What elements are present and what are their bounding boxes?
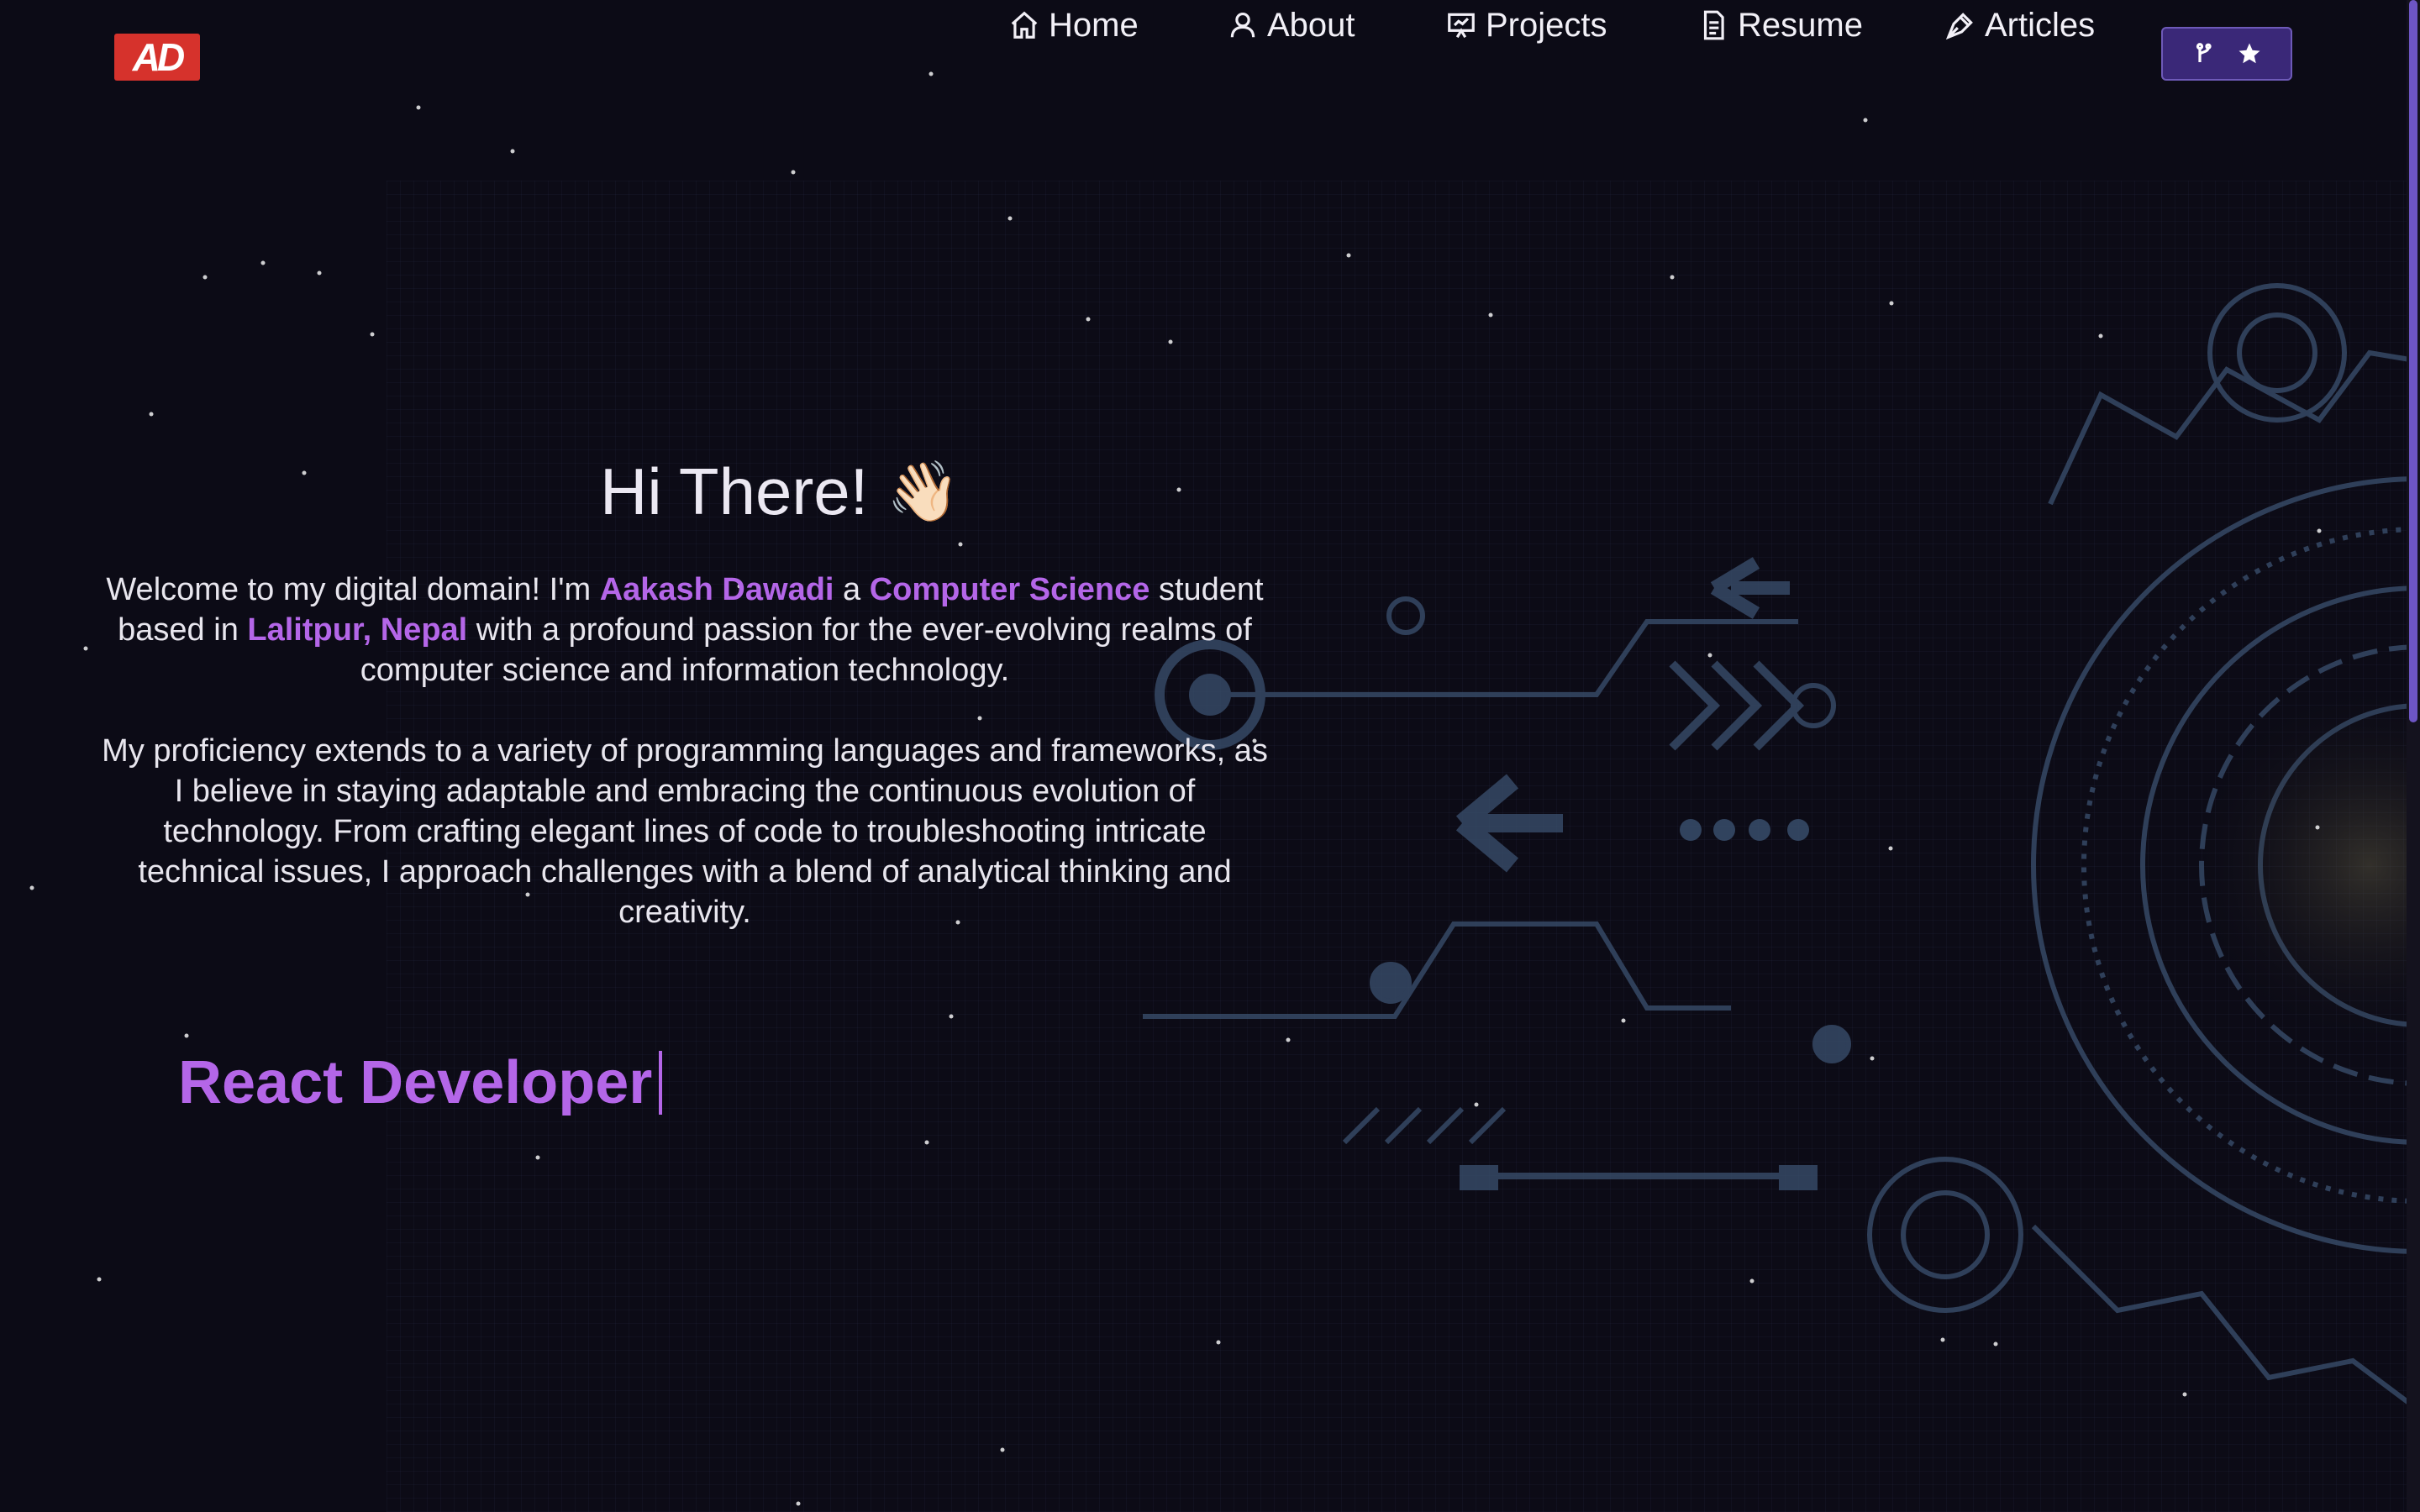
intro-paragraph-2: My proficiency extends to a variety of p…	[102, 733, 1268, 930]
nav-resume-label: Resume	[1738, 6, 1863, 44]
nav-home-label: Home	[1049, 6, 1139, 44]
git-fork-icon	[2196, 43, 2212, 62]
home-icon	[1011, 11, 1038, 39]
page-scrollbar[interactable]	[2407, 0, 2420, 1512]
navbar: AD Home About Projects Resume Articles	[0, 0, 2420, 109]
waving-hand-icon: 👋🏻	[886, 458, 960, 524]
scrollbar-thumb[interactable]	[2409, 0, 2417, 722]
intro-text: Welcome to my digital domain! I'm Aakash…	[101, 570, 1269, 932]
hero-greeting: Hi There! 👋🏻	[600, 454, 960, 530]
greeting-text: Hi There!	[600, 454, 869, 528]
highlight-location: Lalitpur, Nepal	[247, 612, 468, 648]
nav-articles-label: Articles	[1985, 6, 2096, 44]
nav-home[interactable]: Home	[1008, 0, 1139, 50]
nav-projects-label: Projects	[1486, 6, 1607, 44]
document-icon	[1703, 10, 1724, 40]
highlight-name: Aakash Dawadi	[599, 572, 834, 607]
logo-text: AD	[132, 35, 185, 79]
nav-about[interactable]: About	[1227, 0, 1355, 50]
nav-resume[interactable]: Resume	[1697, 0, 1863, 50]
intro-text-segment: with a profound passion for the ever-evo…	[360, 612, 1252, 688]
intro-text-segment: Welcome to my digital domain! I'm	[106, 572, 600, 607]
user-icon	[1230, 12, 1255, 38]
nav-projects[interactable]: Projects	[1445, 0, 1607, 50]
intro-paragraph-1: Welcome to my digital domain! I'm Aakash…	[101, 570, 1269, 690]
highlight-field: Computer Science	[869, 572, 1150, 607]
github-fork-star-button[interactable]	[2161, 27, 2292, 81]
star-icon	[2238, 43, 2260, 64]
typing-caret	[659, 1051, 663, 1115]
intro-text-segment: a	[834, 572, 870, 607]
brand-logo[interactable]: AD	[114, 34, 200, 81]
nav-articles[interactable]: Articles	[1944, 0, 2095, 50]
typewriter-role: React Developer	[178, 1048, 663, 1117]
nav-about-label: About	[1267, 6, 1355, 44]
presentation-icon	[1448, 13, 1475, 39]
typewriter-text: React Developer	[178, 1049, 653, 1116]
pen-icon	[1945, 13, 1973, 40]
